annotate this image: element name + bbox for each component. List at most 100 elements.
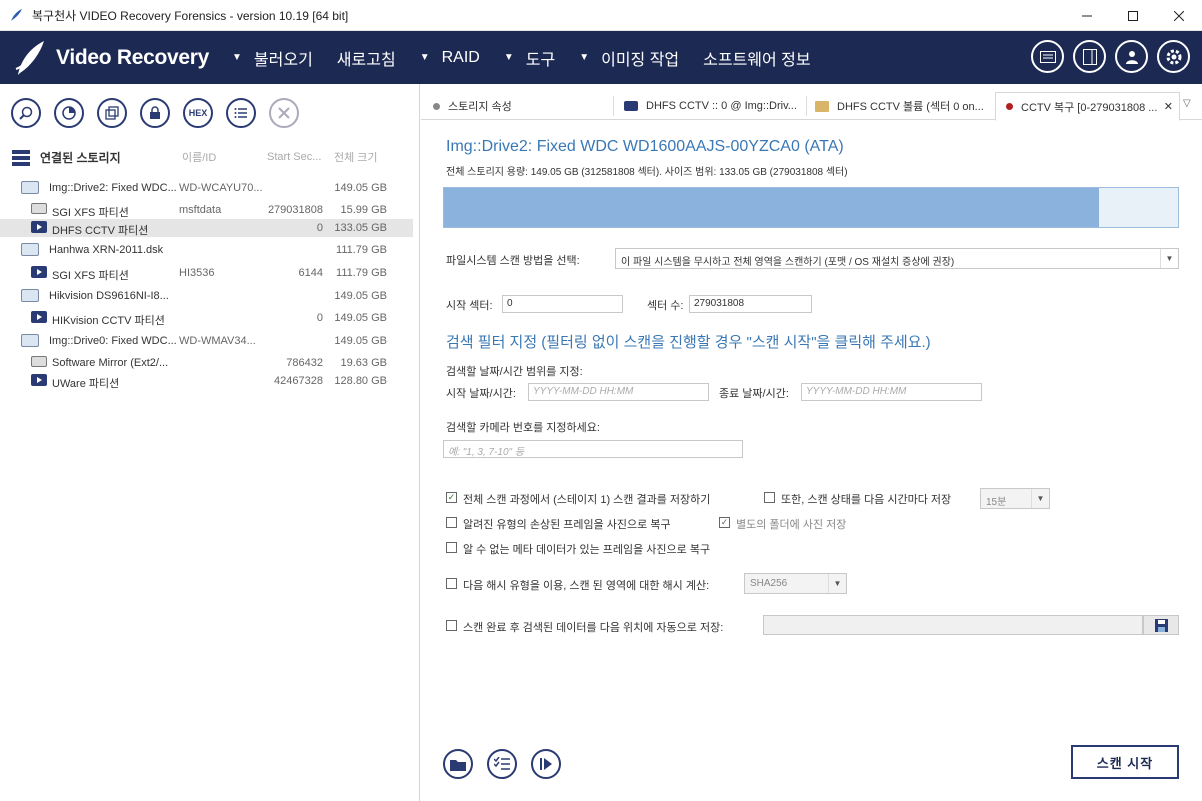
user-icon[interactable] xyxy=(1115,40,1148,73)
save-stage1-checkbox[interactable]: ✓ xyxy=(446,492,457,503)
save-state-checkbox[interactable] xyxy=(764,492,775,503)
disk-icon xyxy=(21,289,39,302)
caret-icon: ▼ xyxy=(419,52,430,63)
tree-row-hikvision-cctv[interactable]: HIKvision CCTV 파티션 0 149.05 GB xyxy=(0,309,413,327)
autosave-path-input[interactable] xyxy=(763,615,1143,635)
start-scan-button[interactable]: 스캔 시작 xyxy=(1071,745,1179,779)
tree-row-hanhwa[interactable]: Hanhwa XRN-2011.dsk 111.79 GB xyxy=(0,241,413,259)
caret-icon: ▼ xyxy=(579,52,590,63)
title-bar: 복구천사 VIDEO Recovery Forensics - version … xyxy=(0,0,1202,31)
menu-tools[interactable]: ▼ 도구 xyxy=(504,46,555,70)
list-icon[interactable] xyxy=(226,98,256,128)
hash-checkbox[interactable] xyxy=(446,578,457,589)
separate-folder-checkbox[interactable]: ✓ xyxy=(719,517,730,528)
menu-refresh[interactable]: 새로고침 xyxy=(337,46,396,70)
tree-row-sgi-xfs-2[interactable]: SGI XFS 파티션 HI3536 6144 111.79 GB xyxy=(0,264,413,282)
tree-row-dhfs-cctv[interactable]: DHFS CCTV 파티션 0 133.05 GB xyxy=(0,219,413,237)
camera-input[interactable]: 예: "1, 3, 7-10" 등 xyxy=(443,440,743,458)
end-date-input[interactable]: YYYY-MM-DD HH:MM xyxy=(801,383,982,401)
message-icon[interactable] xyxy=(1031,40,1064,73)
feather-logo-icon xyxy=(15,40,44,75)
sector-count-input[interactable]: 279031808 xyxy=(689,295,812,313)
separate-folder-label: 별도의 폴더에 사진 저장 xyxy=(736,519,847,531)
chevron-down-icon: ▼ xyxy=(1031,489,1049,508)
unknown-meta-label: 알 수 없는 메타 데이터가 있는 프레임을 사진으로 복구 xyxy=(463,544,711,556)
range-bar[interactable] xyxy=(443,187,1179,228)
close-storage-icon[interactable] xyxy=(269,98,299,128)
damaged-frames-checkbox[interactable] xyxy=(446,517,457,528)
tab-overflow-icon[interactable]: ▽ xyxy=(1183,98,1191,109)
video-partition-icon xyxy=(31,374,47,386)
tree-row-drive2[interactable]: Img::Drive2: Fixed WDC... WD-WCAYU70... … xyxy=(0,179,413,197)
interval-select[interactable]: 15분 ▼ xyxy=(980,488,1050,509)
search-icon[interactable] xyxy=(11,98,41,128)
drive-title: Img::Drive2: Fixed WDC WD1600AAJS-00YZCA… xyxy=(446,138,844,155)
recovery-settings: Img::Drive2: Fixed WDC WD1600AAJS-00YZCA… xyxy=(421,121,1202,801)
minimize-icon[interactable] xyxy=(1064,0,1110,31)
maximize-icon[interactable] xyxy=(1110,0,1156,31)
tree-title: 연결된 스토리지 xyxy=(40,150,121,165)
play-icon[interactable] xyxy=(531,749,561,779)
folder-icon xyxy=(815,100,829,112)
unknown-meta-checkbox[interactable] xyxy=(446,542,457,553)
main-panel: 스토리지 속성 DHFS CCTV :: 0 @ Img::Driv... DH… xyxy=(421,84,1202,801)
tab-cctv-recovery[interactable]: CCTV 복구 [0-279031808 ... ✕ xyxy=(995,92,1180,121)
app-feather-icon xyxy=(8,7,24,23)
save-state-label: 또한, 스캔 상태를 다음 시간마다 저장 xyxy=(781,494,952,506)
dot-icon xyxy=(1006,103,1013,110)
tab-dhfs-volume[interactable]: DHFS CCTV 볼륨 (섹터 0 on... xyxy=(815,92,995,120)
analyze-icon[interactable] xyxy=(54,98,84,128)
start-sector-input[interactable]: 0 xyxy=(502,295,623,313)
disk-icon xyxy=(21,181,39,194)
menu-imaging[interactable]: ▼ 이미징 작업 xyxy=(579,46,679,70)
filter-title: 검색 필터 지정 (필터링 없이 스캔을 진행할 경우 "스캔 시작"을 클릭해… xyxy=(446,334,931,351)
tree-row-software-mirror[interactable]: Software Mirror (Ext2/... 786432 19.63 G… xyxy=(0,354,413,372)
date-range-label: 검색할 날짜/시간 범위를 지정: xyxy=(446,366,583,378)
tab-dhfs-cctv[interactable]: DHFS CCTV :: 0 @ Img::Driv... xyxy=(624,92,804,120)
main-navbar: Video Recovery ▼ 불러오기 새로고침 ▼ RAID ▼ 도구 ▼ 이미징… xyxy=(0,31,1202,84)
menu-load[interactable]: ▼ 불러오기 xyxy=(232,46,313,70)
chevron-down-icon: ▼ xyxy=(1160,249,1178,268)
copy-icon[interactable] xyxy=(97,98,127,128)
tree-header: 연결된 스토리지 이름/ID Start Sec... 전체 크기 xyxy=(0,142,419,172)
start-date-input[interactable]: YYYY-MM-DD HH:MM xyxy=(528,383,709,401)
folder-icon[interactable] xyxy=(443,749,473,779)
checklist-icon[interactable] xyxy=(487,749,517,779)
scan-method-label: 파일시스템 스캔 방법을 선택: xyxy=(446,255,580,267)
tab-close-icon[interactable]: ✕ xyxy=(1164,100,1173,113)
save-disk-icon[interactable] xyxy=(1143,615,1179,635)
column-size[interactable]: 전체 크기 xyxy=(334,149,378,165)
disk-icon xyxy=(21,243,39,256)
column-name[interactable]: 이름/ID xyxy=(182,149,216,165)
caret-icon: ▼ xyxy=(503,52,514,63)
lock-icon[interactable] xyxy=(140,98,170,128)
panel-icon[interactable] xyxy=(1073,40,1106,73)
sector-count-label: 섹터 수: xyxy=(647,300,684,312)
storage-panel: HEX 연결된 스토리지 이름/ID Start Sec... 전체 크기 Im… xyxy=(0,84,420,801)
tree-row-drive0[interactable]: Img::Drive0: Fixed WDC... WD-WMAV34... 1… xyxy=(0,332,413,350)
tree-row-sgi-xfs[interactable]: SGI XFS 파티션 msftdata 279031808 15.99 GB xyxy=(0,201,413,219)
autosave-checkbox[interactable] xyxy=(446,620,457,631)
video-icon xyxy=(624,101,638,111)
end-date-label: 종료 날짜/시간: xyxy=(719,388,789,400)
autosave-label: 스캔 완료 후 검색된 데이터를 다음 위치에 자동으로 저장: xyxy=(463,622,724,634)
menu-raid[interactable]: ▼ RAID xyxy=(420,49,480,67)
menu-about[interactable]: 소프트웨어 정보 xyxy=(703,46,811,70)
hdd-icon xyxy=(31,203,47,214)
window-title: 복구천사 VIDEO Recovery Forensics - version … xyxy=(32,8,349,23)
main-menu: ▼ 불러오기 새로고침 ▼ RAID ▼ 도구 ▼ 이미징 작업 소프트웨어 정보 xyxy=(232,46,835,70)
scan-method-select[interactable]: 이 파일 시스템을 무시하고 전체 영역을 스캔하기 (포맷 / OS 재설치 … xyxy=(615,248,1179,269)
save-stage1-label: 전체 스캔 과정에서 (스테이지 1) 스캔 결과를 저장하기 xyxy=(463,494,711,506)
close-icon[interactable] xyxy=(1156,0,1202,31)
tab-storage-properties[interactable]: 스토리지 속성 xyxy=(433,92,613,120)
video-partition-icon xyxy=(31,311,47,323)
settings-icon[interactable] xyxy=(1157,40,1190,73)
tree-row-hikvision[interactable]: Hikvision DS9616NI-I8... 149.05 GB xyxy=(0,287,413,305)
camera-label: 검색할 카메라 번호를 지정하세요: xyxy=(446,422,600,434)
hash-select[interactable]: SHA256 ▼ xyxy=(744,573,847,594)
column-start[interactable]: Start Sec... xyxy=(267,151,321,163)
hex-icon[interactable]: HEX xyxy=(183,98,213,128)
tree-row-uware[interactable]: UWare 파티션 42467328 128.80 GB xyxy=(0,372,413,390)
storage-stack-icon xyxy=(12,150,30,166)
hdd-icon xyxy=(31,356,47,367)
